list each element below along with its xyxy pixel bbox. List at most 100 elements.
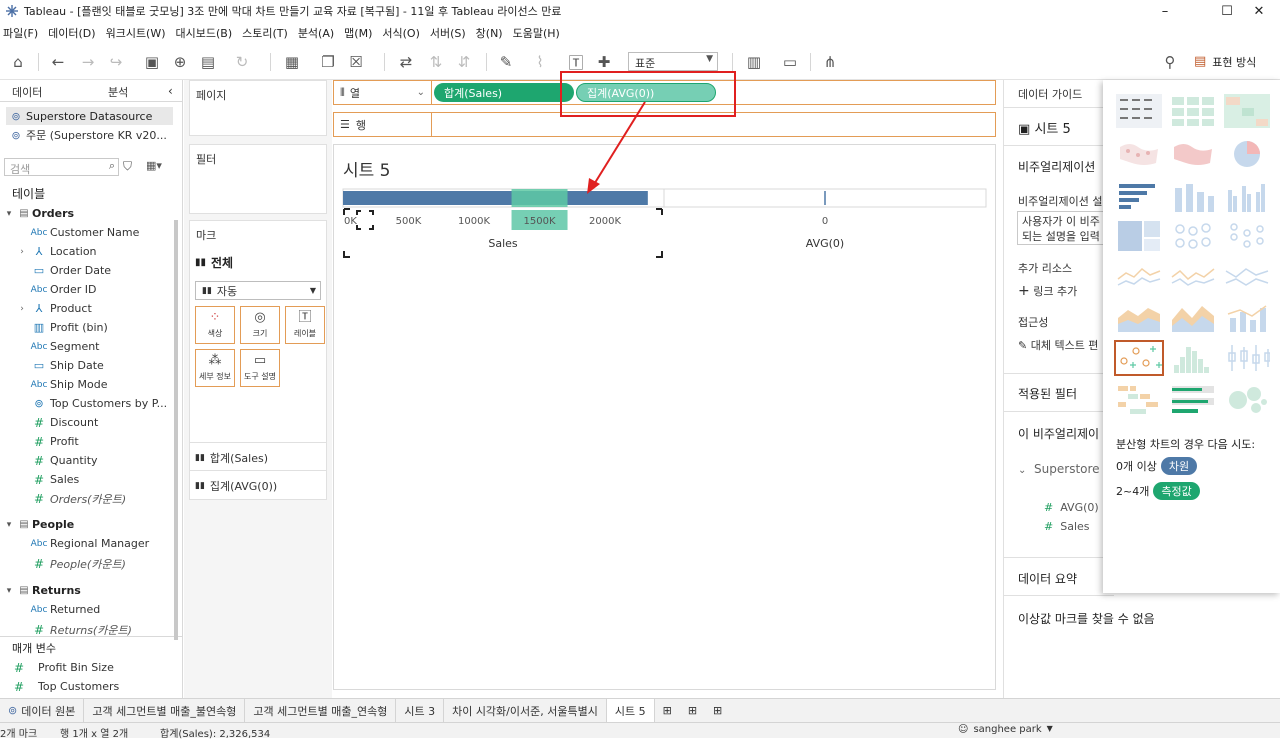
menu-map[interactable]: 맵(M) (341, 25, 379, 41)
new-datasource-icon[interactable]: ⊕ (170, 52, 190, 72)
collapse-pane-icon[interactable]: ‹ (168, 84, 173, 98)
group-icon[interactable]: ⌇ (530, 52, 550, 72)
tooltip-button[interactable]: ▭ 도구 설명 (240, 349, 280, 387)
redo-icon[interactable]: → (78, 52, 98, 72)
marks-measure-tab[interactable]: ▮▮ 집계(AVG(0)) (195, 478, 277, 494)
histogram-thumb[interactable] (1168, 340, 1218, 376)
undo-icon[interactable]: ← (48, 52, 68, 72)
menu-story[interactable]: 스토리(T) (239, 25, 295, 41)
column-pill-sales[interactable]: 합계(Sales) (434, 83, 574, 102)
menu-analysis[interactable]: 분석(A) (295, 25, 341, 41)
menu-help[interactable]: 도움말(H) (510, 25, 567, 41)
table-group-orders[interactable]: ▾ ▤ Orders (0, 204, 74, 223)
highlight-icon[interactable]: ✎ (496, 52, 516, 72)
sort-descending-icon[interactable]: ⇵ (454, 52, 474, 72)
dual-combination-thumb[interactable] (1222, 299, 1272, 335)
save-icon[interactable]: ▣ (142, 52, 162, 72)
table-group-people[interactable]: ▾ ▤ People (0, 515, 74, 534)
scatter-plot-thumb[interactable] (1114, 340, 1164, 376)
presentation-mode-icon[interactable]: ▭ (780, 52, 800, 72)
dual-line-thumb[interactable] (1222, 258, 1272, 294)
field-item[interactable]: › ⅄ Product (0, 299, 92, 318)
field-item[interactable]: # Profit (0, 432, 79, 451)
menu-data[interactable]: 데이터(D) (45, 25, 102, 41)
field-item[interactable]: Abc Segment (0, 337, 100, 356)
line-continuous-thumb[interactable] (1114, 258, 1164, 294)
replay-icon[interactable]: ↪ (106, 52, 126, 72)
menu-window[interactable]: 창(N) (473, 25, 510, 41)
field-item[interactable]: Abc Order ID (0, 280, 97, 299)
field-item[interactable]: # Discount (0, 413, 98, 432)
sort-ascending-icon[interactable]: ⇅ (426, 52, 446, 72)
horizontal-bar-thumb[interactable] (1114, 179, 1164, 215)
filled-map-thumb[interactable] (1168, 136, 1218, 172)
stacked-bar-thumb[interactable] (1168, 179, 1218, 215)
menu-server[interactable]: 서버(S) (427, 25, 473, 41)
datasource-row[interactable]: ⌄ Superstore (1018, 462, 1100, 476)
field-item[interactable]: # Orders(카운트) (0, 489, 126, 508)
view-options-icon[interactable]: ▦▾ (146, 159, 162, 172)
field-item[interactable]: ▭ Ship Date (0, 356, 104, 375)
pause-updates-icon[interactable]: ▤ (198, 52, 218, 72)
new-dashboard-button[interactable]: ⊞ (680, 699, 705, 723)
side-by-side-circles-thumb[interactable] (1222, 218, 1272, 254)
circle-view-thumb[interactable] (1168, 218, 1218, 254)
scrollbar[interactable] (174, 220, 178, 640)
sheet-tab[interactable]: 고객 세그먼트별 매출_불연속형 (84, 698, 246, 723)
line-discrete-thumb[interactable] (1168, 258, 1218, 294)
text-table-thumb[interactable] (1114, 93, 1164, 129)
user-menu[interactable]: ☺ sanghee park ▼ (958, 724, 1053, 735)
tab-analysis[interactable]: 분석 (108, 84, 128, 100)
pie-chart-thumb[interactable] (1222, 136, 1272, 172)
alt-text-button[interactable]: ✎ 대체 텍스트 편 (1018, 337, 1098, 353)
treemap-thumb[interactable] (1114, 218, 1164, 254)
field-item[interactable]: ▥ Profit (bin) (0, 318, 108, 337)
field-item[interactable]: Abc Regional Manager (0, 534, 150, 553)
tab-datasource[interactable]: ⊚ 데이터 원본 (0, 698, 85, 723)
detail-button[interactable]: ⁂ 세부 정보 (195, 349, 235, 387)
new-story-button[interactable]: ⊞ (705, 699, 730, 723)
menu-worksheet[interactable]: 워크시트(W) (103, 25, 173, 41)
duplicate-icon[interactable]: ❐ (318, 52, 338, 72)
show-cards-icon[interactable]: ▥ (744, 52, 764, 72)
table-group-returns[interactable]: ▾ ▤ Returns (0, 581, 81, 600)
clear-sheet-icon[interactable]: ☒ (346, 52, 366, 72)
sheet-tab[interactable]: 차이 시각화/이서준, 서울특별시 (444, 698, 607, 723)
mark-type-select[interactable]: ▮▮ 자동 ▼ (195, 281, 321, 300)
field-item[interactable]: Abc Returned (0, 600, 101, 619)
field-item[interactable]: ▭ Order Date (0, 261, 111, 280)
search-input[interactable]: 검색 ⌕ (4, 158, 119, 176)
swap-rows-columns-icon[interactable]: ⇄ (396, 52, 416, 72)
share-icon[interactable]: ⋔ (820, 52, 840, 72)
box-whisker-thumb[interactable] (1222, 340, 1272, 376)
pages-card[interactable]: 페이지 (189, 80, 327, 136)
datasource-item[interactable]: ⊚ Superstore Datasource (6, 107, 173, 125)
viz-description-input[interactable]: 사용자가 이 비주 되는 설명을 입력 (1017, 211, 1117, 245)
datasource-item[interactable]: ⊚ 주문 (Superstore KR v20... (6, 126, 167, 144)
new-worksheet-icon[interactable]: ▦ (282, 52, 302, 72)
symbol-map-thumb[interactable] (1114, 136, 1164, 172)
fit-select[interactable]: 표준 ▼ (628, 52, 718, 71)
gantt-thumb[interactable] (1114, 381, 1164, 417)
parameter-item[interactable]: # Profit Bin Size (0, 658, 114, 677)
menu-dashboard[interactable]: 대시보드(B) (173, 25, 240, 41)
color-button[interactable]: ⁘ 색상 (195, 306, 235, 344)
packed-bubbles-thumb[interactable] (1222, 381, 1272, 417)
size-button[interactable]: ◎ 크기 (240, 306, 280, 344)
filters-card[interactable]: 필터 (189, 144, 327, 214)
sheet-tab[interactable]: 고객 세그먼트별 매출_연속형 (245, 698, 397, 723)
heat-map-thumb[interactable] (1168, 93, 1218, 129)
refresh-icon[interactable]: ↻ (232, 52, 252, 72)
field-item[interactable]: ⊚ Top Customers by P... (0, 394, 167, 413)
show-labels-icon[interactable]: 🅃 (566, 52, 586, 72)
parameter-item[interactable]: # Top Customers (0, 677, 119, 696)
highlight-table-thumb[interactable] (1222, 93, 1272, 129)
field-item[interactable]: # Sales (0, 470, 79, 489)
pin-icon[interactable]: ⚲ (1160, 52, 1180, 72)
field-item[interactable]: › ⅄ Location (0, 242, 96, 261)
close-window-button[interactable]: ✕ (1236, 0, 1280, 22)
sheet-tab[interactable]: 시트 3 (396, 698, 445, 723)
field-item[interactable]: Abc Ship Mode (0, 375, 108, 394)
filter-icon[interactable]: ⛉ (123, 159, 132, 174)
new-worksheet-button[interactable]: ⊞ (655, 699, 680, 723)
